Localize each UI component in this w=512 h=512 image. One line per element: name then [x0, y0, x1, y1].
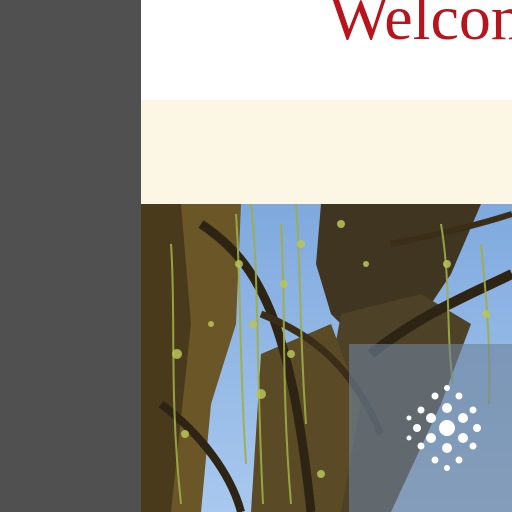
main-content: Welcome [141, 0, 512, 512]
title-bar: Welcome [141, 0, 512, 100]
left-sidebar [0, 0, 141, 512]
dotted-circle-logo-icon [406, 385, 481, 471]
hero-photo [141, 204, 512, 512]
logo-overlay [349, 344, 512, 512]
page-title: Welcome [329, 0, 512, 53]
banner-strip [141, 100, 512, 204]
page: Welcome [0, 0, 512, 512]
